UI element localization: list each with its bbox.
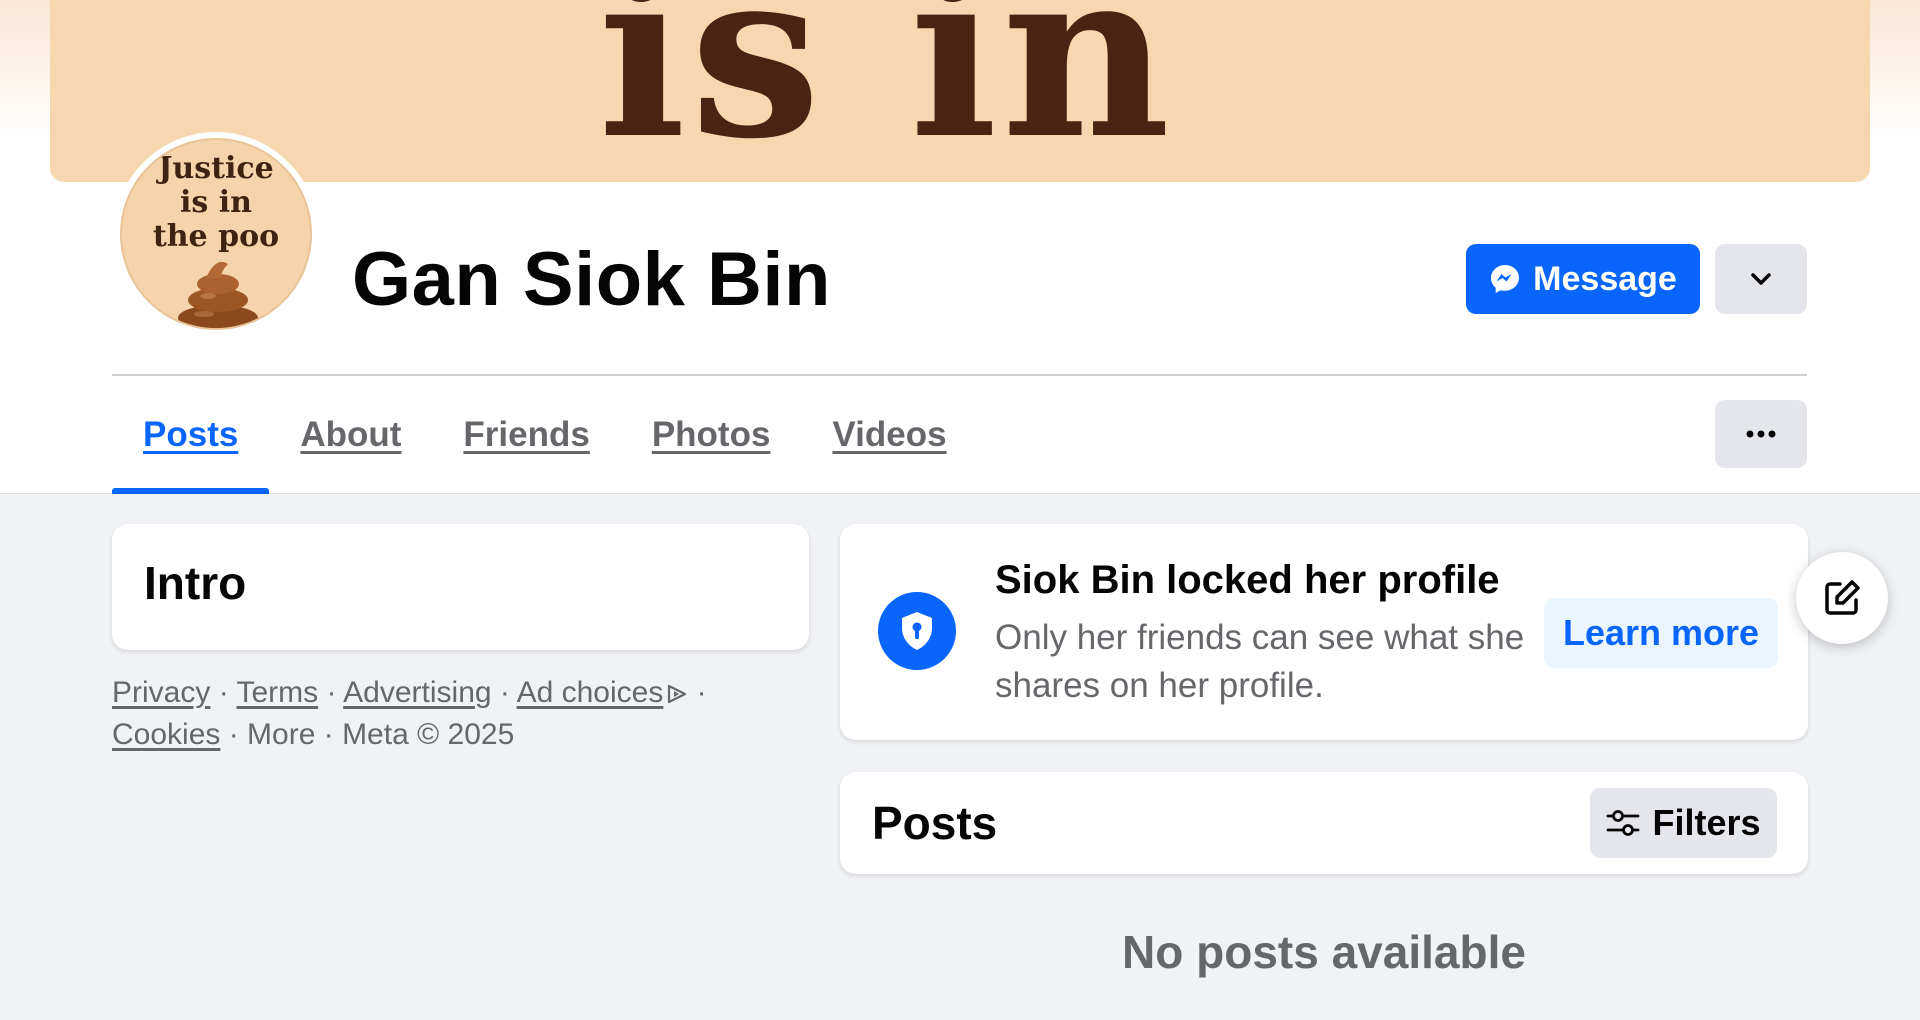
filters-label: Filters <box>1652 802 1761 843</box>
avatar-text-line3: the poo <box>152 219 280 254</box>
ad-choices-label: Ad choices <box>516 676 664 709</box>
avatar-text-line1: Justice <box>158 151 274 186</box>
locked-profile-card: Siok Bin locked her profile Only her fri… <box>840 524 1808 740</box>
message-label: Message <box>1533 259 1677 298</box>
privacy-link[interactable]: Privacy <box>112 676 210 709</box>
tab-friends[interactable]: Friends <box>432 376 620 494</box>
advertising-link[interactable]: Advertising <box>343 676 491 709</box>
tab-posts[interactable]: Posts <box>112 376 270 494</box>
filters-button[interactable]: Filters <box>1590 788 1777 858</box>
learn-more-button[interactable]: Learn more <box>1544 598 1778 668</box>
messenger-icon <box>1491 265 1520 293</box>
edit-icon <box>1825 580 1860 615</box>
tab-about[interactable]: About <box>269 376 432 494</box>
intro-card: Intro <box>112 524 809 650</box>
shield-icon <box>878 592 956 670</box>
empty-state-text: No posts available <box>1122 926 1526 978</box>
terms-link[interactable]: Terms <box>236 676 318 709</box>
cover-photo[interactable]: is in <box>50 0 1870 182</box>
cookies-link[interactable]: Cookies <box>112 718 220 751</box>
profile-name: Gan Siok Bin <box>352 237 831 322</box>
locked-profile-title: Siok Bin locked her profile <box>995 558 1500 602</box>
avatar-text-line2: is in <box>180 185 252 220</box>
ad-choices-icon <box>668 684 687 704</box>
ad-choices-link[interactable]: Ad choices <box>517 676 689 709</box>
cover-text: is in <box>598 0 1175 182</box>
footer-links: Privacy · Terms · Advertising · Ad choic… <box>112 676 707 751</box>
more-icon <box>1746 430 1776 438</box>
poo-illustration <box>178 261 258 328</box>
profile-tabs: Posts About Friends Photos Videos <box>112 376 978 494</box>
posts-title: Posts <box>872 797 998 849</box>
footer-meta: · More · Meta © 2025 <box>228 718 515 751</box>
avatar-image: Justice is in the poo <box>120 138 312 330</box>
profile-options-button[interactable] <box>1715 244 1807 314</box>
avatar[interactable]: Justice is in the poo <box>114 132 318 336</box>
locked-profile-description: Only her friends can see what she shares… <box>995 618 1525 705</box>
filters-icon <box>1607 810 1640 836</box>
tab-photos[interactable]: Photos <box>621 376 802 494</box>
tab-videos[interactable]: Videos <box>801 376 977 494</box>
chevron-down-icon <box>1751 273 1771 285</box>
intro-title: Intro <box>144 557 247 609</box>
more-tabs-button[interactable] <box>1715 400 1807 468</box>
message-button[interactable]: Message <box>1466 244 1700 314</box>
edit-button[interactable] <box>1796 552 1888 644</box>
profile-header: is in Justice is in the poo Gan Siok Bin… <box>0 0 1920 494</box>
